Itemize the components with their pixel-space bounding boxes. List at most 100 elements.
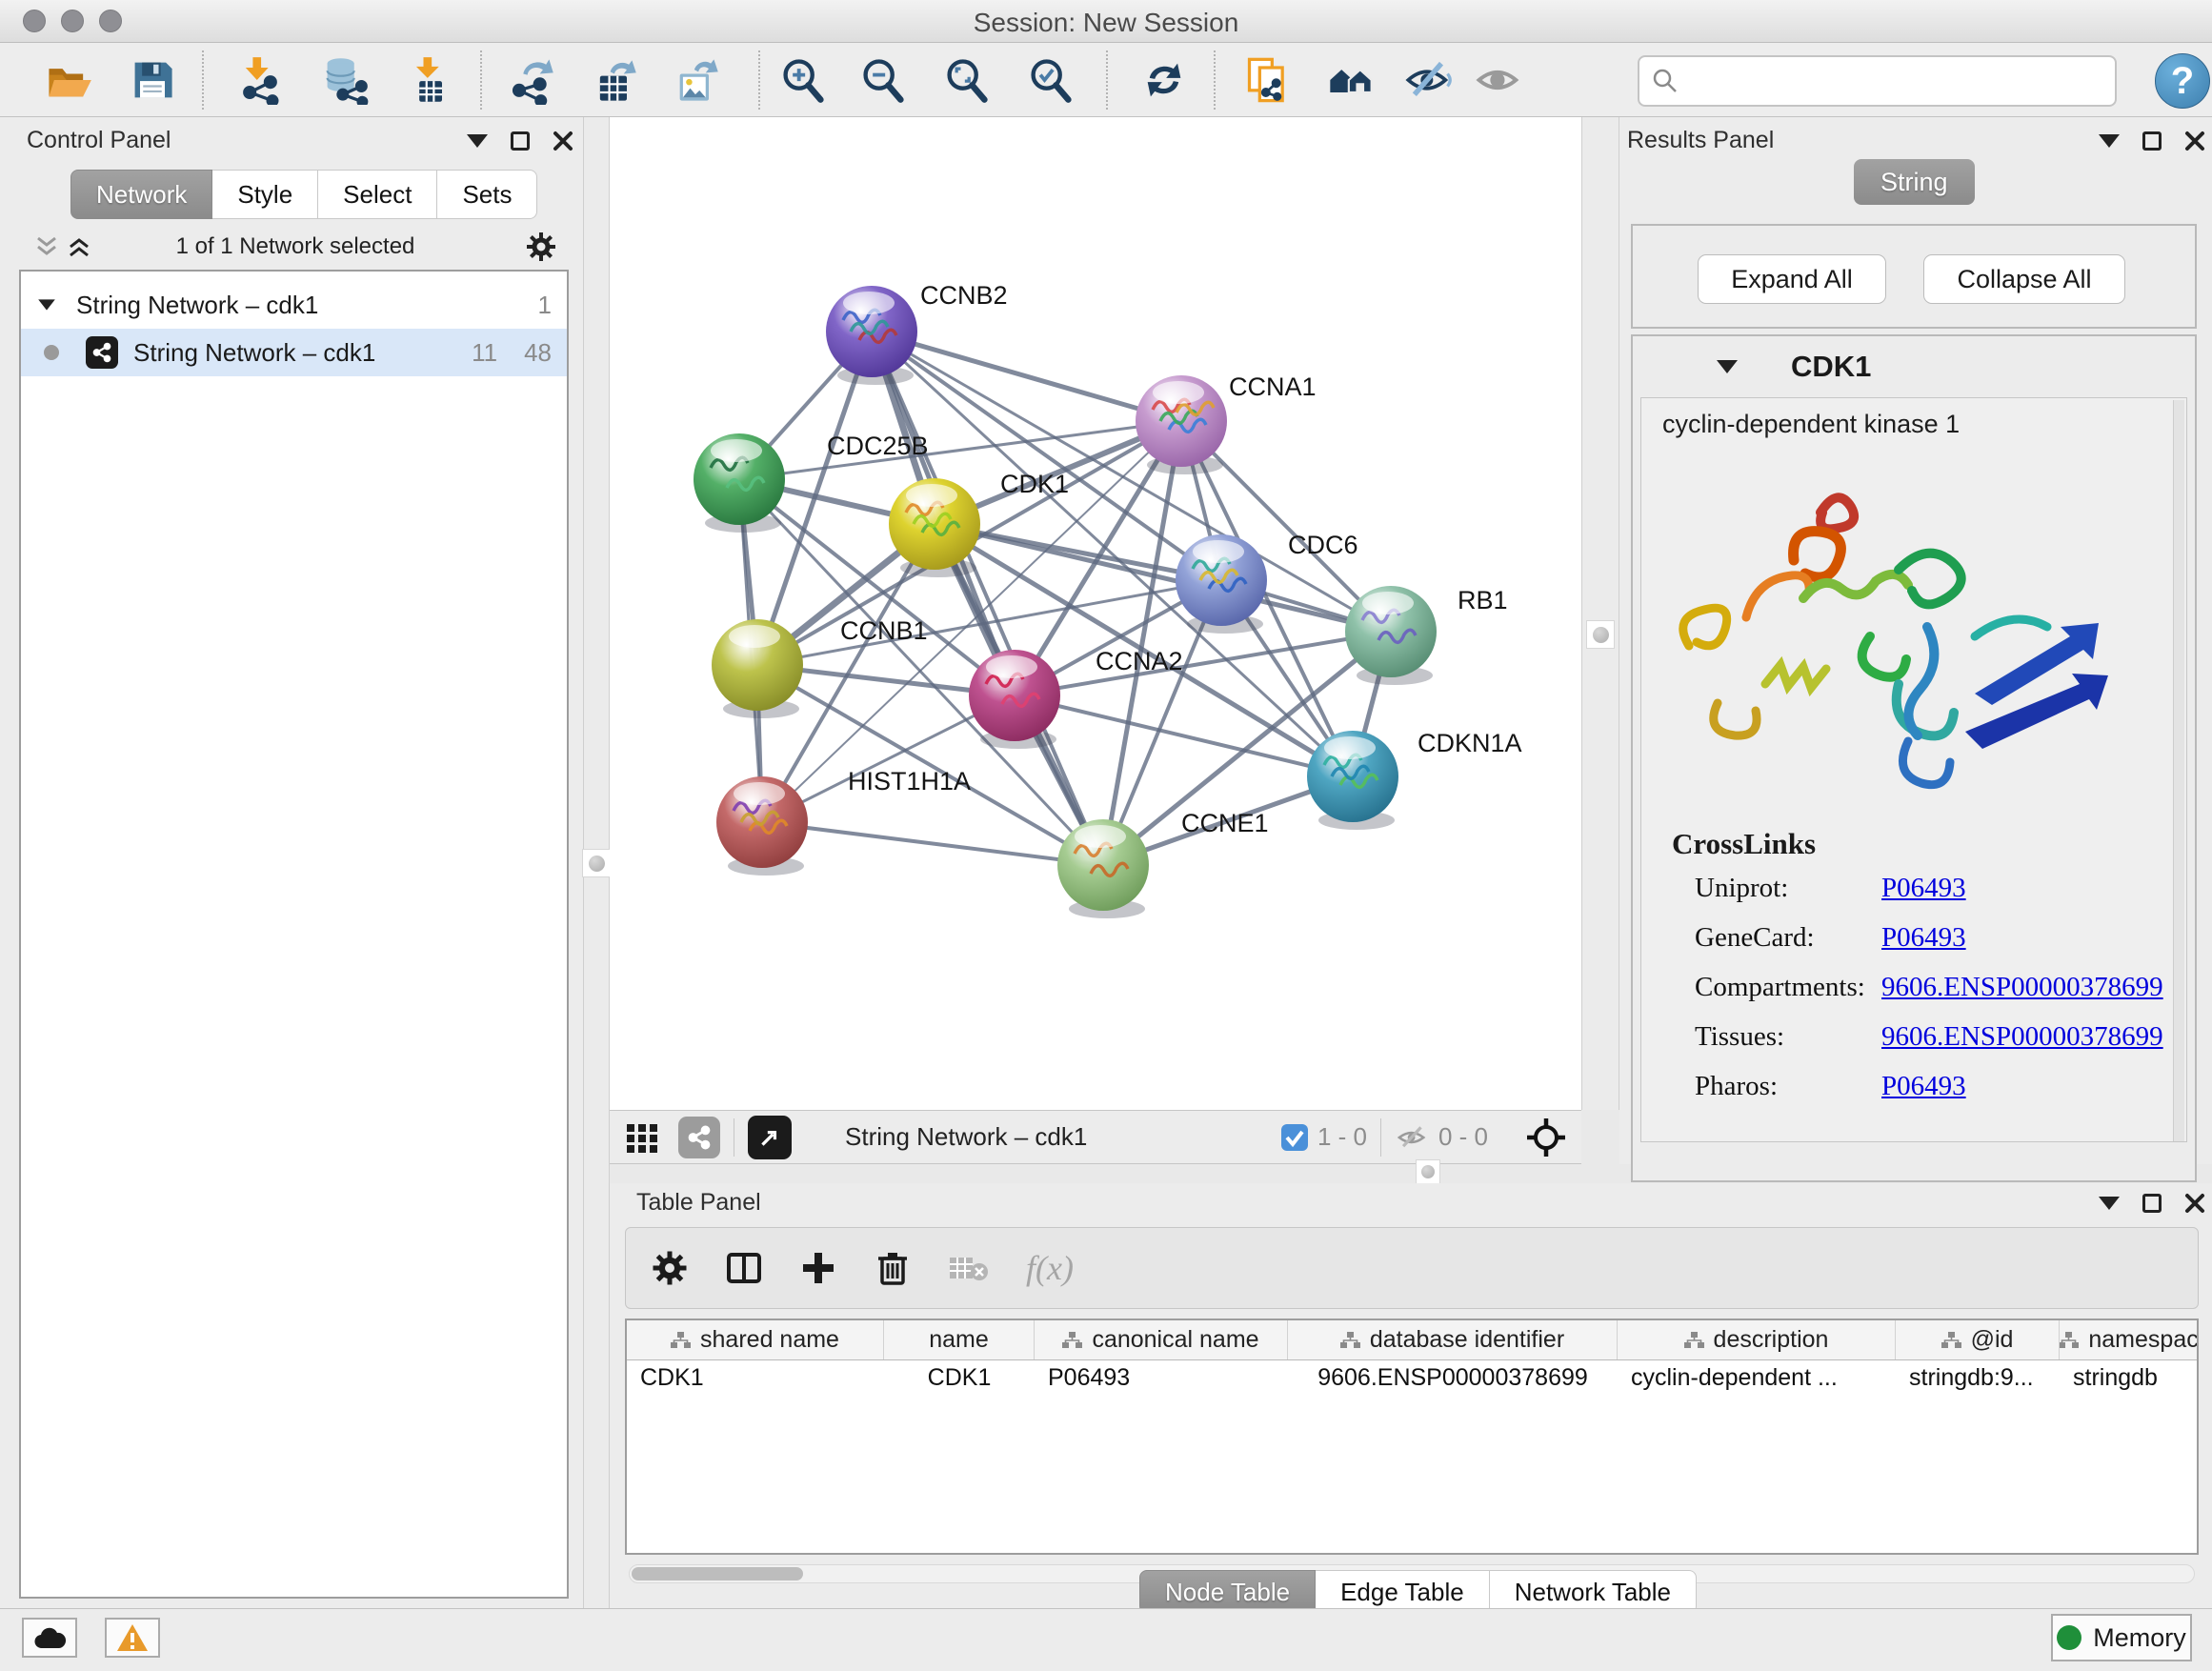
network-options-gear-icon[interactable] — [526, 232, 556, 262]
node-CDK1[interactable]: CDK1 — [889, 470, 1069, 577]
edge-CCNE1-HIST1H1A[interactable] — [762, 822, 1103, 865]
apply-layout-button[interactable] — [1137, 53, 1191, 107]
node-CDKN1A[interactable]: CDKN1A — [1307, 729, 1522, 830]
node-CCNA1[interactable]: CCNA1 — [1136, 372, 1317, 474]
panel-menu-icon[interactable] — [2099, 134, 2120, 148]
network-view-icon[interactable] — [678, 1117, 720, 1158]
table-cell[interactable]: cyclin-dependent ... — [1618, 1360, 1896, 1399]
crosslink-link[interactable]: P06493 — [1881, 922, 1966, 972]
network-canvas[interactable]: CCNB2 CCNA1 CDC25B CDK1 CDC6 RB1 CCNB1 C… — [610, 117, 1581, 1110]
export-table-button[interactable] — [588, 53, 641, 107]
tab-sets[interactable]: Sets — [437, 170, 537, 219]
panel-float-icon[interactable] — [2142, 131, 2162, 151]
node-CCNE1[interactable]: CCNE1 — [1057, 809, 1269, 918]
network-graph[interactable]: CCNB2 CCNA1 CDC25B CDK1 CDC6 RB1 CCNB1 C… — [610, 117, 1581, 1110]
table-cell[interactable]: stringdb — [2060, 1360, 2199, 1399]
search-input[interactable] — [1687, 67, 2103, 96]
hide-selected-button[interactable] — [1402, 53, 1456, 107]
show-columns-icon[interactable] — [725, 1249, 763, 1287]
help-button[interactable]: ? — [2155, 53, 2210, 109]
network-row[interactable]: String Network – cdk1 11 48 — [21, 329, 567, 376]
panel-close-icon[interactable] — [2184, 131, 2205, 151]
first-neighbors-button[interactable] — [1324, 53, 1377, 107]
save-session-button[interactable] — [126, 53, 179, 107]
table-options-gear-icon[interactable] — [651, 1249, 689, 1287]
table-row[interactable]: CDK1CDK1P064939606.ENSP00000378699cyclin… — [627, 1360, 2197, 1399]
column-header-canonical-name[interactable]: canonical name — [1035, 1320, 1288, 1359]
node-CCNB2[interactable]: CCNB2 — [826, 281, 1008, 385]
section-collapse-icon[interactable] — [1717, 360, 1738, 373]
collection-expand-icon[interactable] — [38, 299, 55, 310]
duplicate-network-button[interactable] — [1241, 53, 1295, 107]
crosslink-link[interactable]: 9606.ENSP00000378699 — [1881, 972, 2163, 1021]
node-RB1[interactable]: RB1 — [1345, 586, 1508, 685]
open-session-button[interactable] — [42, 53, 95, 107]
node-label-CCNB1: CCNB1 — [840, 616, 928, 645]
edge-CCNA1-HIST1H1A[interactable] — [762, 421, 1181, 822]
crosslink-link[interactable]: P06493 — [1881, 1071, 1966, 1120]
panel-close-icon[interactable] — [2184, 1193, 2205, 1214]
memory-button[interactable]: Memory — [2051, 1614, 2192, 1661]
node-HIST1H1A[interactable]: HIST1H1A — [716, 767, 971, 876]
zoom-selected-button[interactable] — [1024, 53, 1077, 107]
tab-select[interactable]: Select — [318, 170, 437, 219]
import-network-button[interactable] — [233, 53, 287, 107]
scrollbar-thumb[interactable] — [632, 1567, 803, 1580]
zoom-in-button[interactable] — [776, 53, 830, 107]
left-panel-splitter[interactable] — [583, 117, 610, 1608]
grid-view-icon[interactable] — [623, 1118, 661, 1157]
show-all-button[interactable] — [1472, 53, 1525, 107]
results-panel-splitter[interactable] — [1581, 117, 1619, 1110]
collapse-all-button[interactable]: Collapse All — [1923, 254, 2125, 304]
splitter-handle[interactable] — [1416, 1159, 1440, 1184]
panel-menu-icon[interactable] — [467, 134, 488, 148]
results-scrollbar[interactable] — [2173, 400, 2184, 1141]
column-header-namespace[interactable]: namespace — [2060, 1320, 2199, 1359]
birdseye-crosshair-icon[interactable] — [1526, 1117, 1566, 1158]
warnings-button[interactable] — [105, 1618, 160, 1658]
node-table[interactable]: shared namenamecanonical namedatabase id… — [625, 1319, 2199, 1555]
gene-section-header[interactable]: CDK1 — [1633, 336, 2195, 397]
panel-float-icon[interactable] — [2142, 1194, 2162, 1213]
export-image-button[interactable] — [670, 53, 723, 107]
splitter-handle[interactable] — [582, 849, 611, 877]
add-column-icon[interactable] — [799, 1249, 837, 1287]
zoom-out-button[interactable] — [856, 53, 910, 107]
delete-column-icon[interactable] — [874, 1249, 912, 1287]
column-header-database-identifier[interactable]: database identifier — [1288, 1320, 1618, 1359]
crosslink-link[interactable]: 9606.ENSP00000378699 — [1881, 1021, 2163, 1071]
column-header--id[interactable]: @id — [1896, 1320, 2060, 1359]
edge-CCNA2-CDKN1A[interactable] — [1015, 695, 1353, 776]
gene-name: CDK1 — [1791, 350, 1871, 384]
splitter-handle[interactable] — [1586, 620, 1615, 649]
export-network-button[interactable] — [505, 53, 558, 107]
network-collection-row[interactable]: String Network – cdk1 1 — [21, 281, 567, 329]
expand-all-button[interactable]: Expand All — [1698, 254, 1886, 304]
table-cell[interactable]: CDK1 — [627, 1360, 884, 1399]
column-header-shared-name[interactable]: shared name — [627, 1320, 884, 1359]
import-network-from-database-button[interactable] — [318, 53, 372, 107]
table-cell[interactable]: stringdb:9... — [1896, 1360, 2060, 1399]
gene-details: cyclin-dependent kinase 1 — [1640, 397, 2187, 1142]
column-header-description[interactable]: description — [1618, 1320, 1896, 1359]
node-label-CCNE1: CCNE1 — [1181, 809, 1269, 837]
table-cell[interactable]: CDK1 — [884, 1360, 1035, 1399]
crosslink-link[interactable]: P06493 — [1881, 873, 1966, 922]
table-cell[interactable]: 9606.ENSP00000378699 — [1288, 1360, 1618, 1399]
cloud-status-button[interactable] — [22, 1618, 77, 1658]
panel-close-icon[interactable] — [553, 131, 573, 151]
zoom-selected-icon — [1026, 55, 1076, 105]
column-header-name[interactable]: name — [884, 1320, 1035, 1359]
tab-network[interactable]: Network — [70, 170, 212, 219]
detach-view-button[interactable] — [748, 1116, 792, 1159]
tab-string[interactable]: String — [1854, 159, 1975, 205]
import-table-button[interactable] — [403, 53, 456, 107]
panel-float-icon[interactable] — [511, 131, 530, 151]
collapse-all-networks-icon[interactable] — [34, 234, 59, 259]
table-cell[interactable]: P06493 — [1035, 1360, 1288, 1399]
zoom-fit-button[interactable] — [940, 53, 994, 107]
selected-nodes-checkbox-icon[interactable] — [1279, 1122, 1310, 1153]
tab-style[interactable]: Style — [212, 170, 318, 219]
expand-all-networks-icon[interactable] — [67, 234, 91, 259]
panel-menu-icon[interactable] — [2099, 1197, 2120, 1210]
